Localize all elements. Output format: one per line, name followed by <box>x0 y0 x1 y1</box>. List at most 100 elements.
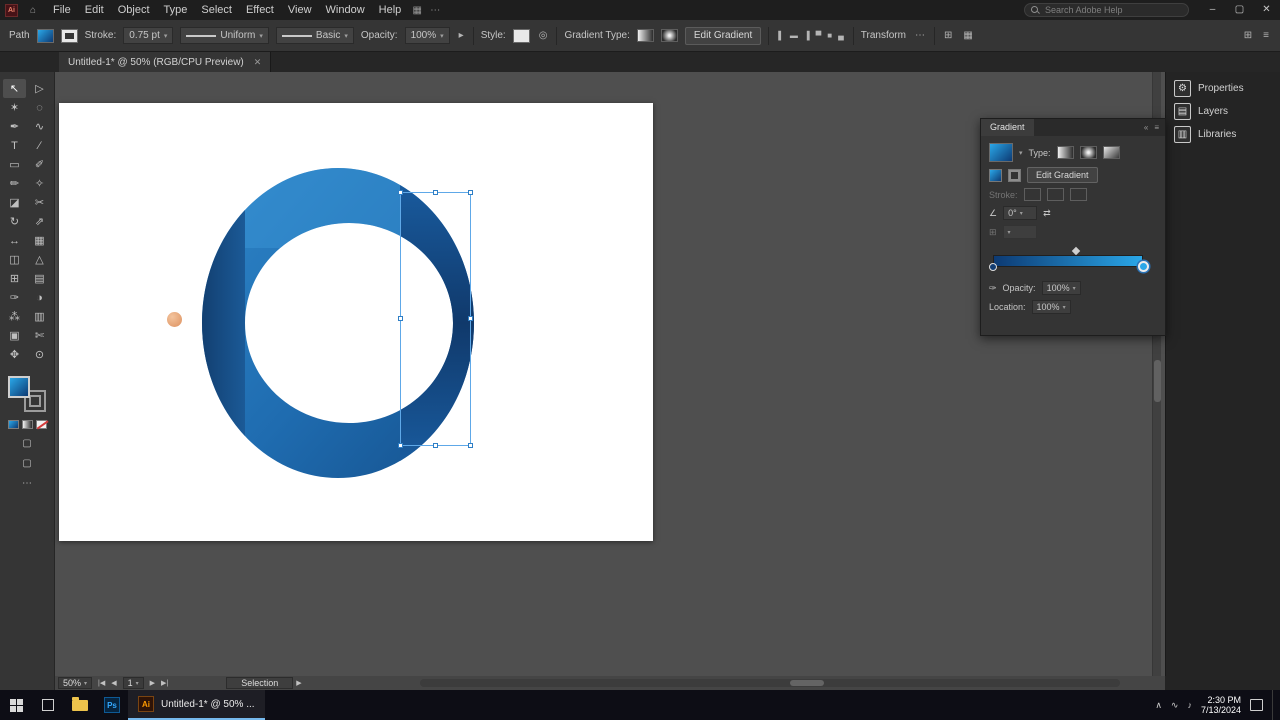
vertical-scrollbar-thumb[interactable] <box>1154 360 1161 402</box>
tool-symbol-sprayer[interactable]: ⁂ <box>3 307 26 326</box>
tool-lasso[interactable]: ◌ <box>28 98 51 117</box>
start-button[interactable] <box>0 690 32 720</box>
artboard-navigation-dropdown[interactable]: 1 <box>122 677 144 689</box>
minimize-button[interactable]: – <box>1199 0 1226 20</box>
stroke-color-swatch[interactable] <box>60 28 78 43</box>
type-freeform-button[interactable] <box>1102 146 1120 159</box>
file-explorer-button[interactable] <box>64 690 96 720</box>
tool-shaper[interactable]: ✧ <box>28 174 51 193</box>
hidden-icons-icon[interactable]: ∧ <box>1155 700 1162 711</box>
panel-options-icon[interactable]: ≡ <box>1261 30 1271 41</box>
illustrator-taskbar-button[interactable]: Ai Untitled-1* @ 50% ... <box>128 690 265 720</box>
graphic-style-swatch[interactable] <box>512 28 530 43</box>
dock-panel-layers[interactable]: ▤ Layers <box>1166 100 1280 123</box>
selection-handle-mid-right[interactable] <box>468 316 473 321</box>
maximize-button[interactable]: ▢ <box>1226 0 1253 20</box>
canvas[interactable]: Gradient « ≡ ▾ Type: Edit Gradient Strok… <box>55 72 1166 676</box>
gradient-type-radial-button[interactable] <box>660 29 678 42</box>
panel-fill-swatch[interactable] <box>989 168 1002 182</box>
action-center-icon[interactable] <box>1250 699 1263 711</box>
show-desktop-button[interactable] <box>1272 690 1276 720</box>
aspect-ratio-dropdown[interactable] <box>1002 225 1037 239</box>
close-button[interactable]: ✕ <box>1253 0 1280 20</box>
transform-more-icon[interactable]: ⋯ <box>913 30 927 41</box>
dock-panel-properties[interactable]: ⚙ Properties <box>1166 77 1280 100</box>
color-button[interactable] <box>7 420 19 429</box>
tool-rectangle[interactable]: ▭ <box>3 155 26 174</box>
draw-mode-icon[interactable]: ▢ <box>22 438 31 449</box>
tool-selection[interactable]: ↖ <box>3 79 26 98</box>
tool-eraser[interactable]: ◪ <box>3 193 26 212</box>
stroke-gradient-across-button[interactable] <box>1069 188 1087 201</box>
tool-perspective-grid[interactable]: △ <box>28 250 51 269</box>
tool-free-transform[interactable]: ▦ <box>28 231 51 250</box>
panel-stroke-swatch[interactable] <box>1008 168 1021 182</box>
tool-paintbrush[interactable]: ✐ <box>28 155 51 174</box>
angle-dropdown[interactable]: 0° <box>1003 206 1038 220</box>
panel-edit-gradient-button[interactable]: Edit Gradient <box>1027 167 1098 183</box>
last-artboard-icon[interactable]: ▶| <box>158 679 171 687</box>
status-forward-icon[interactable]: ▶ <box>293 679 304 687</box>
arrange-documents-icon[interactable]: ⊞ <box>1242 30 1254 41</box>
gradient-stop-end-selected[interactable] <box>1138 261 1149 272</box>
selection-handle-bottom-left[interactable] <box>398 443 403 448</box>
selection-handle-mid-left[interactable] <box>398 316 403 321</box>
tool-slice[interactable]: ✄ <box>28 326 51 345</box>
logo-artwork[interactable] <box>59 103 653 541</box>
tool-artboard[interactable]: ▣ <box>3 326 26 345</box>
selection-handle-bottom-mid[interactable] <box>432 443 438 448</box>
tool-line-segment[interactable]: ∕ <box>28 136 51 155</box>
selection-handle-top-right[interactable] <box>468 190 473 195</box>
brush-definition-dropdown[interactable]: Basic <box>275 27 354 44</box>
tab-close-icon[interactable]: ✕ <box>254 57 262 68</box>
volume-icon[interactable]: ♪ <box>1187 700 1192 710</box>
toolbar-fill-swatch[interactable] <box>8 376 30 398</box>
tool-curvature[interactable]: ∿ <box>28 117 51 136</box>
menu-view[interactable]: View <box>281 0 319 20</box>
tool-rotate[interactable]: ↻ <box>3 212 26 231</box>
orange-dot-artwork[interactable] <box>167 312 182 327</box>
reverse-gradient-icon[interactable]: ⇄ <box>1043 208 1051 219</box>
tool-blend[interactable]: ◑ <box>28 288 51 307</box>
zoom-dropdown[interactable]: 50% <box>58 677 93 689</box>
photoshop-button[interactable]: Ps <box>96 690 128 720</box>
artboard[interactable] <box>59 103 653 541</box>
gradient-type-linear-button[interactable] <box>636 29 654 42</box>
screen-mode-icon[interactable]: ▢ <box>22 458 31 469</box>
tool-width[interactable]: ↔ <box>3 231 26 250</box>
panel-menu-icon[interactable]: ≡ <box>1154 123 1159 132</box>
panel-opacity-dropdown[interactable]: 100% <box>1041 281 1081 295</box>
task-view-button[interactable] <box>32 690 64 720</box>
tool-type[interactable]: T <box>3 136 26 155</box>
horizontal-scrollbar[interactable] <box>420 679 1120 687</box>
align-align-bottom[interactable]: ▄ <box>836 31 846 40</box>
tool-hand[interactable]: ✥ <box>3 345 26 364</box>
tool-scale[interactable]: ⇗ <box>28 212 51 231</box>
tool-direct-selection[interactable]: ▷ <box>28 79 51 98</box>
edit-gradient-button[interactable]: Edit Gradient <box>684 26 762 45</box>
more-options-icon[interactable]: ⋯ <box>426 5 444 16</box>
location-dropdown[interactable]: 100% <box>1031 300 1071 314</box>
recolor-artwork-icon[interactable]: ◎ <box>537 30 550 41</box>
tool-pencil[interactable]: ✏ <box>3 174 26 193</box>
selection-handle-bottom-right[interactable] <box>468 443 473 448</box>
gradient-swatch[interactable] <box>989 143 1013 162</box>
search-input[interactable] <box>1045 5 1182 15</box>
panel-collapse-icon[interactable]: « <box>1144 123 1148 132</box>
align-align-left[interactable]: ▌ <box>776 31 786 40</box>
fill-color-swatch[interactable] <box>36 28 54 43</box>
stroke-gradient-within-button[interactable] <box>1023 188 1041 201</box>
menu-window[interactable]: Window <box>319 0 372 20</box>
align-align-top[interactable]: ▀ <box>814 31 824 40</box>
gradient-swatch-caret-icon[interactable]: ▾ <box>1019 149 1023 157</box>
previous-artboard-icon[interactable]: ◀ <box>108 679 119 687</box>
gradient-panel-tab[interactable]: Gradient <box>981 119 1034 136</box>
menu-object[interactable]: Object <box>111 0 157 20</box>
stroke-weight-dropdown[interactable]: 0.75 pt <box>123 27 174 44</box>
tool-eyedropper[interactable]: ✑ <box>3 288 26 307</box>
align-align-center-horizontal[interactable]: ▬ <box>788 31 800 40</box>
menu-edit[interactable]: Edit <box>78 0 111 20</box>
horizontal-scrollbar-thumb[interactable] <box>790 680 824 686</box>
tool-gradient[interactable]: ▤ <box>28 269 51 288</box>
menu-select[interactable]: Select <box>194 0 239 20</box>
